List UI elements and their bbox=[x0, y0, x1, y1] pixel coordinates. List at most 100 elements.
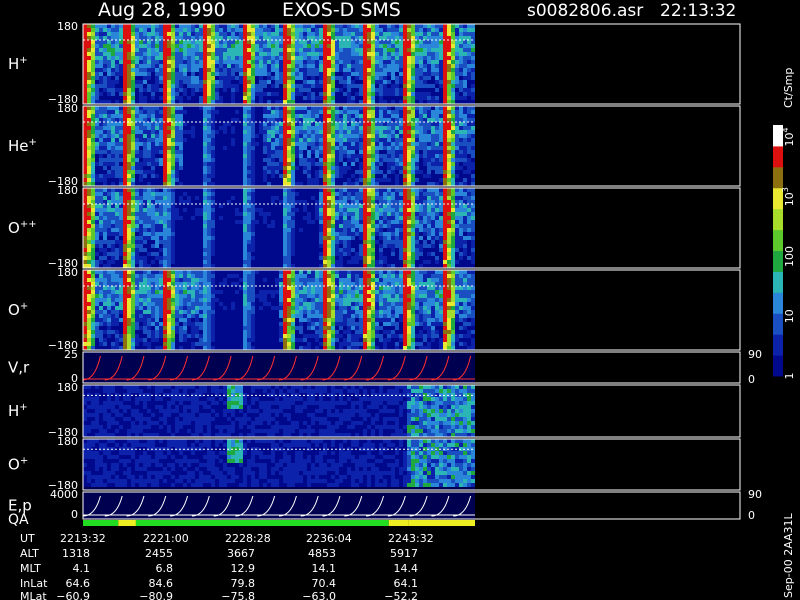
heat-cell bbox=[123, 232, 127, 236]
heat-cell bbox=[371, 60, 375, 64]
heat-cell bbox=[375, 126, 379, 130]
heat-cell bbox=[247, 174, 251, 178]
heat-cell bbox=[143, 200, 147, 204]
heat-cell bbox=[327, 36, 331, 40]
heat-cell bbox=[167, 72, 171, 76]
heat-cell bbox=[271, 88, 275, 92]
heat-cell bbox=[371, 68, 375, 72]
heat-cell bbox=[99, 224, 103, 228]
heat-cell bbox=[83, 76, 87, 80]
heat-cell bbox=[255, 118, 259, 122]
heat-cell bbox=[415, 138, 419, 142]
heat-cell bbox=[151, 182, 155, 186]
heat-cell bbox=[247, 216, 251, 220]
heat-cell bbox=[87, 182, 91, 186]
heat-cell bbox=[235, 166, 239, 170]
heat-cell bbox=[363, 72, 367, 76]
heat-cell bbox=[223, 232, 227, 236]
heat-cell bbox=[267, 212, 271, 216]
heat-cell bbox=[331, 158, 335, 162]
heat-cell bbox=[215, 24, 219, 28]
heat-cell bbox=[251, 220, 255, 224]
heat-cell bbox=[167, 146, 171, 150]
heat-cell bbox=[159, 88, 163, 92]
heat-cell bbox=[303, 24, 307, 28]
heat-cell bbox=[287, 32, 291, 36]
heat-cell bbox=[467, 138, 471, 142]
heat-cell bbox=[143, 196, 147, 200]
heat-cell bbox=[95, 76, 99, 80]
heat-cell bbox=[111, 122, 115, 126]
heat-cell bbox=[223, 80, 227, 84]
heat-cell bbox=[231, 192, 235, 196]
heat-cell bbox=[263, 130, 267, 134]
heat-cell bbox=[427, 60, 431, 64]
heat-cell bbox=[143, 178, 147, 182]
heat-cell bbox=[179, 252, 183, 256]
heat-cell bbox=[311, 64, 315, 68]
heat-cell bbox=[459, 106, 463, 110]
heat-cell bbox=[299, 154, 303, 158]
heat-cell bbox=[223, 24, 227, 28]
heat-cell bbox=[295, 56, 299, 60]
heat-cell bbox=[323, 36, 327, 40]
heat-cell bbox=[131, 48, 135, 52]
heat-cell bbox=[179, 92, 183, 96]
heat-cell bbox=[351, 170, 355, 174]
heat-cell bbox=[323, 146, 327, 150]
heat-cell bbox=[459, 96, 463, 100]
heat-cell bbox=[351, 162, 355, 166]
heat-cell bbox=[279, 232, 283, 236]
heat-cell bbox=[255, 166, 259, 170]
heat-cell bbox=[283, 134, 287, 138]
heat-cell bbox=[291, 118, 295, 122]
heat-cell bbox=[403, 142, 407, 146]
heat-cell bbox=[239, 252, 243, 256]
heat-cell bbox=[191, 72, 195, 76]
heat-cell bbox=[347, 92, 351, 96]
heat-cell bbox=[291, 196, 295, 200]
heat-cell bbox=[251, 52, 255, 56]
heat-cell bbox=[183, 76, 187, 80]
heat-cell bbox=[343, 60, 347, 64]
heat-cell bbox=[247, 36, 251, 40]
heat-cell bbox=[199, 80, 203, 84]
heat-cell bbox=[163, 252, 167, 256]
heat-cell bbox=[195, 192, 199, 196]
heat-cell bbox=[471, 88, 475, 92]
heat-cell bbox=[119, 208, 123, 212]
heat-cell bbox=[267, 220, 271, 224]
heat-cell bbox=[311, 142, 315, 146]
heat-cell bbox=[375, 146, 379, 150]
heat-cell bbox=[299, 68, 303, 72]
heat-cell bbox=[331, 48, 335, 52]
heat-cell bbox=[287, 134, 291, 138]
heat-cell bbox=[199, 212, 203, 216]
heat-cell bbox=[335, 68, 339, 72]
heat-cell bbox=[251, 200, 255, 204]
heat-cell bbox=[287, 178, 291, 182]
heat-cell bbox=[287, 126, 291, 130]
heat-cell bbox=[375, 170, 379, 174]
heat-cell bbox=[123, 92, 127, 96]
heat-cell bbox=[383, 60, 387, 64]
heat-cell bbox=[271, 122, 275, 126]
heat-cell bbox=[443, 118, 447, 122]
heat-cell bbox=[287, 56, 291, 60]
heat-cell bbox=[431, 84, 435, 88]
heat-cell bbox=[107, 24, 111, 28]
heat-cell bbox=[279, 92, 283, 96]
heat-cell bbox=[175, 174, 179, 178]
heat-cell bbox=[315, 174, 319, 178]
heat-cell bbox=[399, 122, 403, 126]
heat-cell bbox=[159, 122, 163, 126]
heat-cell bbox=[107, 130, 111, 134]
heat-cell bbox=[159, 36, 163, 40]
heat-cell bbox=[219, 232, 223, 236]
heat-cell bbox=[347, 76, 351, 80]
heat-cell bbox=[451, 134, 455, 138]
heat-cell bbox=[235, 138, 239, 142]
heat-cell bbox=[371, 76, 375, 80]
heat-cell bbox=[439, 76, 443, 80]
heat-cell bbox=[247, 158, 251, 162]
